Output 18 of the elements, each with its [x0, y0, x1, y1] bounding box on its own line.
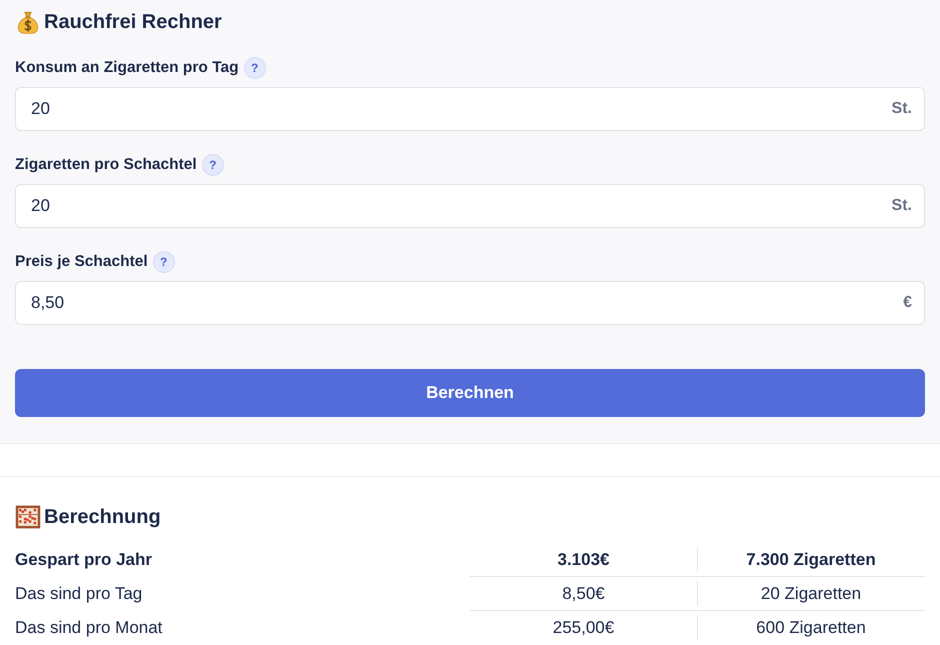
calculator-title: Rauchfrei Rechner [44, 10, 222, 35]
unit-label: St. [892, 197, 912, 215]
help-button[interactable]: ? [244, 57, 266, 79]
row-label: Das sind pro Tag [15, 583, 144, 605]
help-button[interactable]: ? [152, 251, 175, 273]
calculate-button[interactable]: Berechnen [15, 369, 925, 417]
row-label: Gespart pro Jahr [15, 549, 153, 571]
unit-label: St. [892, 100, 912, 118]
amount-cell-text: 255,00€ [552, 617, 616, 639]
abacus-icon [15, 504, 41, 530]
field-label: Konsum an Zigaretten pro Tag [15, 59, 239, 77]
results-title: Berechnung [44, 505, 161, 530]
field-label: Zigaretten pro Schachtel [15, 156, 197, 174]
money-bag-icon [15, 9, 41, 35]
help-button[interactable]: ? [202, 154, 224, 176]
field-label: Preis je Schachtel [15, 253, 148, 271]
row-label: Das sind pro Monat [15, 617, 164, 639]
unit-label: € [903, 294, 912, 312]
